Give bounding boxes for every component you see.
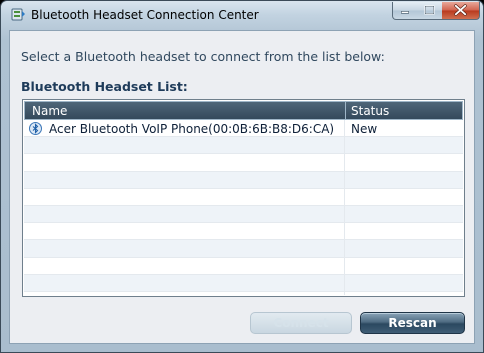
close-icon — [454, 4, 467, 16]
empty-row — [24, 154, 463, 172]
empty-row — [24, 291, 463, 295]
instruction-text: Select a Bluetooth headset to connect fr… — [21, 49, 385, 64]
device-status: New — [351, 122, 378, 136]
connect-button[interactable]: Connect — [250, 312, 352, 334]
row-divider — [344, 257, 345, 274]
row-divider — [344, 291, 345, 295]
list-rows: Acer Bluetooth VoIP Phone(00:0B:6B:B8:D6… — [24, 120, 463, 295]
column-header-name[interactable]: Name — [32, 104, 67, 118]
empty-row — [24, 223, 463, 241]
empty-row — [24, 240, 463, 258]
empty-row — [24, 257, 463, 275]
empty-row — [24, 274, 463, 292]
row-divider — [344, 240, 345, 257]
column-divider[interactable] — [345, 102, 346, 119]
minimize-button[interactable] — [392, 2, 418, 20]
headset-list[interactable]: Name Status Acer Bluetooth VoIP Phone(00… — [22, 99, 465, 297]
row-divider — [344, 171, 345, 188]
column-header-status[interactable]: Status — [351, 104, 389, 118]
row-divider — [344, 120, 345, 137]
window-title: Bluetooth Headset Connection Center — [31, 8, 259, 22]
title-bar[interactable]: Bluetooth Headset Connection Center — [1, 1, 483, 30]
row-divider — [344, 154, 345, 171]
app-window: Bluetooth Headset Connection Center Sele… — [0, 0, 484, 353]
close-button[interactable] — [442, 2, 480, 20]
rescan-button[interactable]: Rescan — [360, 312, 465, 334]
bluetooth-device-icon — [29, 122, 42, 135]
row-divider — [344, 274, 345, 291]
headset-list-label: Bluetooth Headset List: — [21, 79, 188, 94]
row-divider — [344, 223, 345, 240]
minimize-icon — [401, 11, 409, 14]
maximize-button[interactable] — [417, 2, 443, 20]
empty-row — [24, 205, 463, 224]
empty-row — [24, 171, 463, 189]
maximize-icon — [424, 5, 435, 15]
bluetooth-headset-app-icon — [11, 7, 26, 22]
row-divider — [344, 137, 345, 154]
list-header: Name Status — [24, 101, 463, 120]
row-divider — [344, 205, 345, 223]
device-name: Acer Bluetooth VoIP Phone(00:0B:6B:B8:D6… — [49, 122, 335, 136]
row-divider — [344, 188, 345, 205]
empty-row — [24, 137, 463, 155]
dialog-client-area: Select a Bluetooth headset to connect fr… — [9, 30, 475, 344]
empty-row — [24, 188, 463, 206]
list-item[interactable]: Acer Bluetooth VoIP Phone(00:0B:6B:B8:D6… — [24, 120, 463, 138]
